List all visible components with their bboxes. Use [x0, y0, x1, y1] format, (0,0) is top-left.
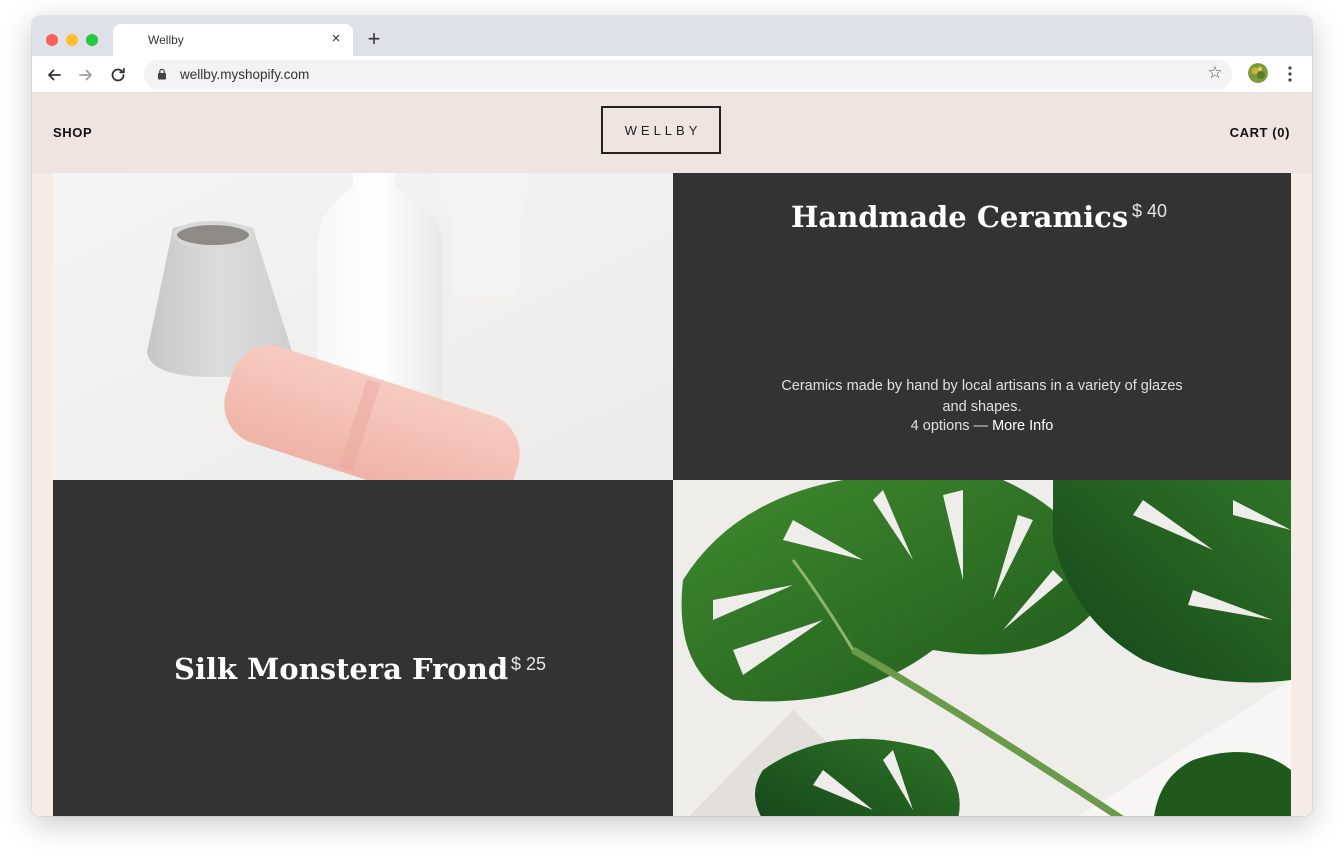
lock-icon — [158, 68, 166, 80]
cart-link[interactable]: CART (0) — [1230, 125, 1290, 140]
browser-tab[interactable]: Wellby × — [113, 24, 353, 56]
more-menu-icon[interactable] — [1282, 64, 1298, 84]
more-info-link[interactable]: More Info — [992, 418, 1053, 434]
options-count: 4 options — — [910, 418, 993, 434]
address-bar[interactable]: wellby.myshopify.com ☆ — [144, 60, 1232, 89]
maximize-window-button[interactable] — [86, 34, 98, 46]
product-price: $ 40 — [1132, 201, 1168, 221]
product-title[interactable]: Handmade Ceramics — [791, 200, 1128, 234]
ceramics-product-image[interactable] — [53, 173, 673, 480]
bookmark-star-icon[interactable]: ☆ — [1206, 64, 1224, 82]
product-description: Ceramics made by hand by local artisans … — [781, 378, 1183, 415]
tab-bar: Wellby × + — [32, 16, 1312, 56]
product-price: $ 25 — [511, 654, 547, 674]
product-grid: Handmade Ceramics $ 40 Ceramics made by … — [53, 173, 1291, 816]
minimize-window-button[interactable] — [66, 34, 78, 46]
monstera-leaf-photo-icon — [673, 480, 1291, 816]
forward-arrow-icon[interactable] — [75, 64, 97, 86]
url-text: wellby.myshopify.com — [180, 67, 310, 82]
tab-close-icon[interactable]: × — [327, 30, 345, 48]
profile-avatar-icon[interactable] — [1248, 63, 1268, 83]
monstera-product-panel: Silk Monstera Frond $ 25 — [53, 480, 673, 816]
tab-title: Wellby — [148, 33, 184, 47]
monstera-product-image[interactable] — [673, 480, 1291, 816]
product-title[interactable]: Silk Monstera Frond — [174, 652, 508, 686]
browser-toolbar: wellby.myshopify.com ☆ — [32, 56, 1312, 93]
ceramics-product-panel: Handmade Ceramics $ 40 Ceramics made by … — [673, 173, 1291, 480]
browser-window: Wellby × + wellby.myshopify.com ☆ SHOP W… — [32, 16, 1312, 816]
reload-icon[interactable] — [107, 64, 129, 86]
close-window-button[interactable] — [46, 34, 58, 46]
shop-nav-link[interactable]: SHOP — [53, 125, 92, 140]
new-tab-button[interactable]: + — [364, 28, 384, 50]
back-arrow-icon[interactable] — [43, 64, 65, 86]
product-options-line: 4 options — More Info — [773, 418, 1191, 434]
site-logo[interactable]: WELLBY — [601, 106, 721, 154]
web-page: SHOP WELLBY CART (0) Handmade Ceramics $… — [32, 93, 1312, 816]
site-header: SHOP WELLBY CART (0) — [32, 93, 1312, 173]
ceramic-vases-photo-icon — [53, 173, 673, 480]
